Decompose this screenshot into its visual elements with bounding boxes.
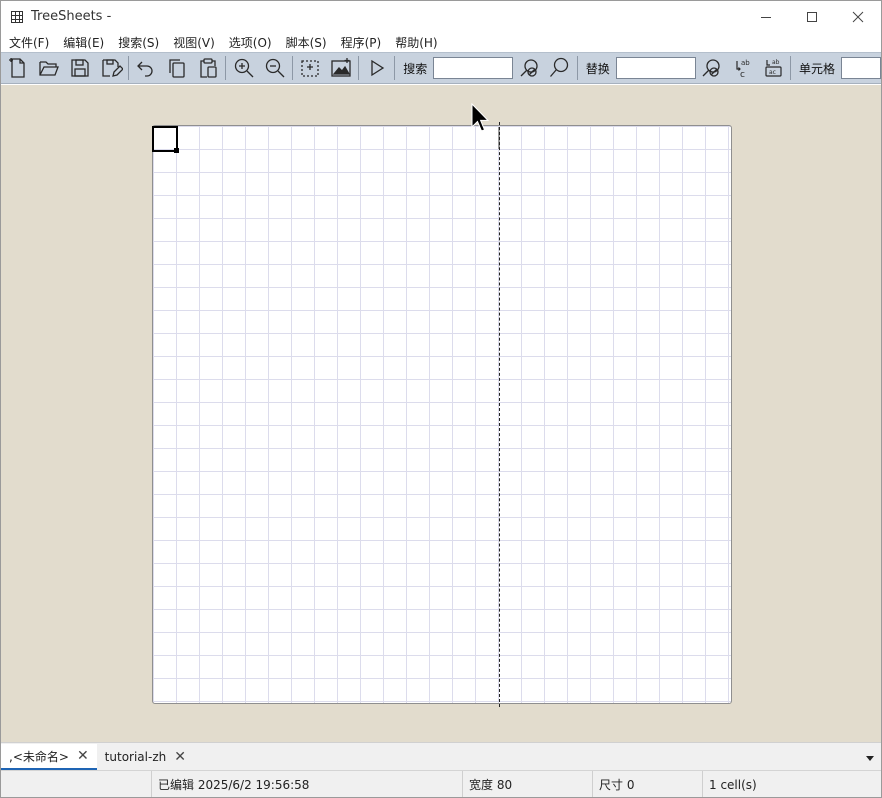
- replace-all-icon: ab ac: [765, 59, 782, 77]
- cell-label: 单元格: [799, 61, 836, 76]
- search-label: 搜索: [403, 61, 428, 76]
- menu-edit[interactable]: 编辑(E): [63, 34, 104, 51]
- svg-text:ab: ab: [772, 59, 780, 66]
- menu-file[interactable]: 文件(F): [9, 34, 49, 51]
- maximize-icon: [807, 11, 817, 22]
- status-width: 宽度 80: [462, 770, 592, 797]
- open-folder-icon: [39, 61, 60, 76]
- minimize-icon: [761, 16, 771, 18]
- zoom-out-button[interactable]: [259, 53, 290, 83]
- toolbar-separator: [576, 56, 578, 80]
- minimize-button[interactable]: [743, 1, 789, 32]
- replace-all-button[interactable]: ab ac: [757, 53, 788, 83]
- tab-close-icon[interactable]: ✕: [174, 749, 186, 765]
- paste-icon: [200, 58, 217, 78]
- new-file-button[interactable]: [3, 53, 34, 83]
- toolbar-separator: [358, 56, 360, 80]
- menu-options[interactable]: 选项(O): [229, 34, 272, 51]
- new-grid-button[interactable]: [295, 53, 326, 83]
- status-empty: [1, 771, 151, 798]
- menu-view[interactable]: 视图(V): [173, 34, 215, 51]
- svg-text:ac: ac: [769, 69, 776, 76]
- status-bar: 已编辑 2025/6/2 19:56:58 宽度 80 尺寸 0 1 cell(…: [1, 770, 881, 798]
- menu-help[interactable]: 帮助(H): [395, 34, 437, 51]
- grid-app-icon: [11, 10, 23, 23]
- status-size: 尺寸 0: [592, 770, 702, 797]
- insert-image-icon: [331, 58, 351, 77]
- zoom-in-button[interactable]: [228, 53, 259, 83]
- search-input[interactable]: [433, 57, 514, 79]
- clear-replace-icon: [702, 59, 720, 77]
- close-button[interactable]: [835, 1, 881, 32]
- status-cells: 1 cell(s): [702, 770, 879, 797]
- new-grid-icon: [301, 60, 319, 77]
- clear-search-icon: [520, 59, 538, 77]
- toolbar-separator: [128, 56, 130, 80]
- tab-untitled[interactable]: ,<未命名> ✕: [1, 744, 97, 770]
- tab-tutorial-zh[interactable]: tutorial-zh ✕: [97, 744, 194, 770]
- cell-input[interactable]: [841, 57, 881, 79]
- replace-icon: ab c: [736, 59, 750, 80]
- menu-search[interactable]: 搜索(S): [118, 34, 159, 51]
- status-edited: 已编辑 2025/6/2 19:56:58: [151, 770, 462, 797]
- save-as-icon: [102, 59, 123, 77]
- new-file-icon: [9, 58, 26, 78]
- zoom-out-icon: [265, 58, 284, 78]
- selection-handle[interactable]: [174, 148, 179, 153]
- title-bar: TreeSheets -: [1, 1, 881, 32]
- document-workspace[interactable]: [1, 85, 881, 742]
- clear-search-button[interactable]: [513, 53, 544, 83]
- search-button[interactable]: [544, 53, 575, 83]
- menu-bar: 文件(F) 编辑(E) 搜索(S) 视图(V) 选项(O) 脚本(S) 程序(P…: [1, 32, 881, 52]
- insert-image-button[interactable]: [326, 53, 357, 83]
- toolbar-separator: [394, 56, 396, 80]
- mouse-pointer-icon: [471, 103, 489, 132]
- sheet-grid[interactable]: [152, 125, 732, 704]
- svg-text:c: c: [740, 70, 745, 80]
- menu-program[interactable]: 程序(P): [341, 34, 382, 51]
- tab-label: tutorial-zh: [104, 750, 167, 764]
- toolbar-separator: [225, 56, 227, 80]
- tabs-dropdown-icon[interactable]: [865, 753, 875, 763]
- svg-text:ab: ab: [741, 59, 750, 67]
- toolbar: 搜索 替换 ab c ab ac 单元格: [1, 52, 881, 84]
- width-guide-line: [499, 122, 500, 707]
- copy-button[interactable]: [162, 53, 193, 83]
- run-icon: [371, 59, 385, 77]
- menu-script[interactable]: 脚本(S): [286, 34, 327, 51]
- replace-input[interactable]: [615, 57, 696, 79]
- maximize-button[interactable]: [789, 1, 835, 32]
- save-as-button[interactable]: [95, 53, 126, 83]
- open-button[interactable]: [34, 53, 65, 83]
- copy-icon: [169, 59, 185, 78]
- tab-close-icon[interactable]: ✕: [77, 748, 89, 764]
- undo-icon: [137, 61, 154, 77]
- toolbar-separator: [790, 56, 792, 80]
- toolbar-separator: [291, 56, 293, 80]
- replace-button[interactable]: ab c: [727, 53, 758, 83]
- run-button[interactable]: [361, 53, 392, 83]
- paste-button[interactable]: [193, 53, 224, 83]
- clear-replace-button[interactable]: [696, 53, 727, 83]
- close-icon: [852, 11, 864, 22]
- app-window: TreeSheets - 文件(F) 编辑(E) 搜索(S) 视图(V) 选项(…: [0, 0, 882, 798]
- document-tabs: ,<未命名> ✕ tutorial-zh ✕: [1, 742, 881, 770]
- undo-button[interactable]: [131, 53, 162, 83]
- save-button[interactable]: [65, 53, 96, 83]
- tab-label: ,<未命名>: [9, 749, 69, 764]
- window-controls: [743, 1, 881, 32]
- zoom-in-icon: [234, 58, 254, 78]
- replace-label: 替换: [585, 61, 610, 76]
- window-title: TreeSheets -: [31, 9, 112, 24]
- search-icon: [550, 57, 569, 77]
- save-icon: [71, 59, 89, 77]
